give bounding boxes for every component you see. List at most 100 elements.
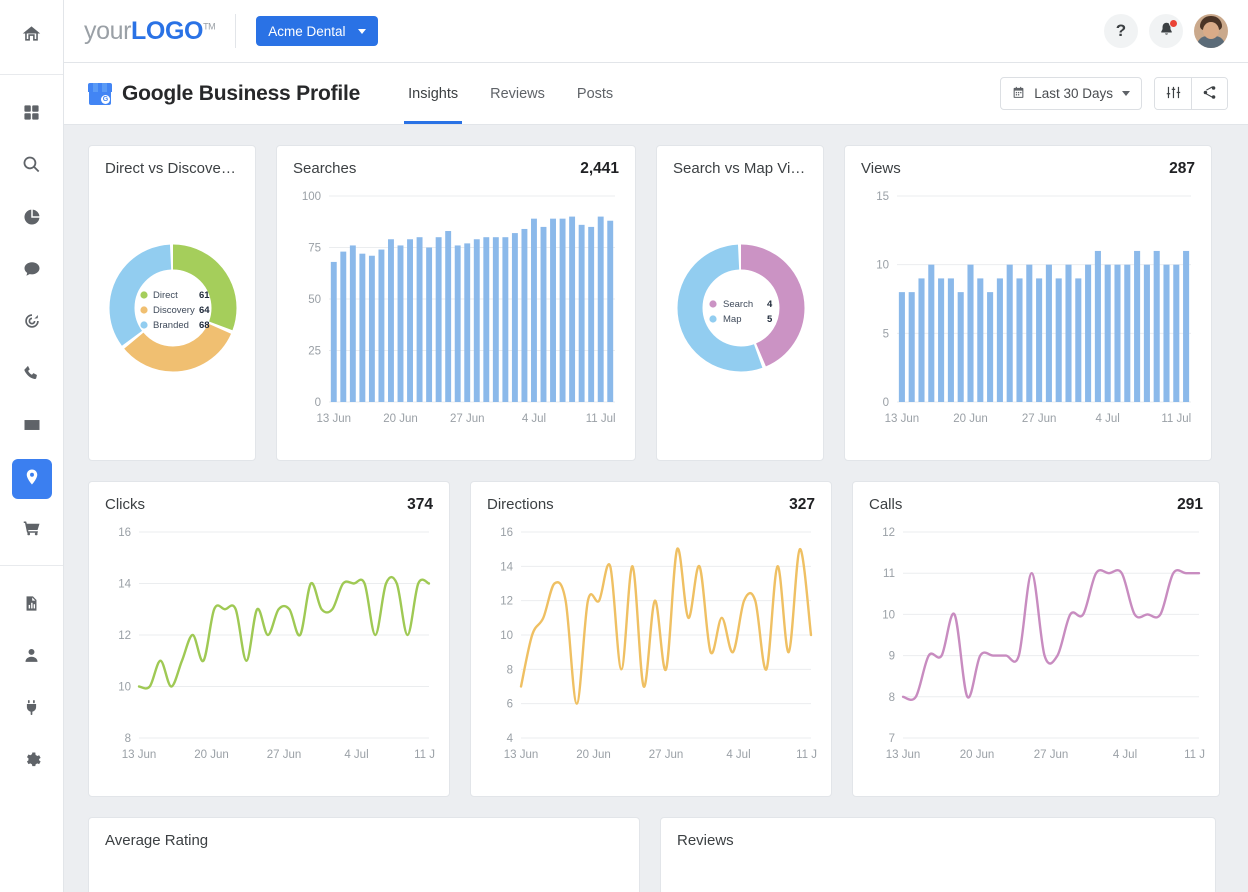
bar (1007, 265, 1013, 402)
svg-text:27 Jun: 27 Jun (1022, 413, 1057, 425)
page-header-actions: Last 30 Days (1000, 77, 1228, 110)
sidebar-item-integrations[interactable] (12, 690, 52, 730)
notifications-button[interactable] (1149, 14, 1183, 48)
tab-posts[interactable]: Posts (561, 63, 629, 124)
sidebar-group-bottom (0, 566, 63, 796)
bar (997, 278, 1003, 402)
avatar[interactable] (1194, 14, 1228, 48)
question-mark-icon: ? (1116, 21, 1126, 41)
bar (502, 237, 508, 402)
svg-text:27 Jun: 27 Jun (649, 749, 684, 761)
svg-text:11: 11 (883, 568, 895, 580)
filter-button[interactable] (1155, 78, 1191, 109)
card-reviews: Reviews 1,248 (660, 817, 1216, 892)
card-calls: Calls 291 78910111213 Jun20 Jun27 Jun4 J… (852, 481, 1220, 797)
card-header: Direct vs Discovery... (105, 160, 239, 177)
dashboard-content: Direct vs Discovery... Direct (64, 125, 1248, 892)
user-icon (23, 647, 40, 669)
svg-text:13 Jun: 13 Jun (504, 749, 539, 761)
card-directions: Directions 327 4681012141613 Jun20 Jun27… (470, 481, 832, 797)
date-range-selector[interactable]: Last 30 Days (1000, 77, 1142, 110)
bar (512, 233, 518, 402)
calendar-icon (1012, 86, 1025, 102)
sidebar-item-dashboard[interactable] (12, 95, 52, 135)
header-icon-group (1154, 77, 1228, 110)
sidebar-item-search[interactable] (12, 147, 52, 187)
chart-directions: 4681012141613 Jun20 Jun27 Jun4 Jul11 Jul (487, 520, 815, 772)
chart-views: 05101513 Jun20 Jun27 Jun4 Jul11 Jul (861, 184, 1195, 436)
bar-svg-searches: 025507510013 Jun20 Jun27 Jun4 Jul11 Jul (293, 184, 621, 436)
legend-value-direct: 61 (199, 290, 210, 301)
sidebar-item-home[interactable] (12, 16, 52, 56)
card-search-vs-map: Search vs Map Vie... Search 4 (656, 145, 824, 461)
svg-text:27 Jun: 27 Jun (450, 413, 485, 425)
svg-text:12: 12 (118, 630, 131, 642)
bar (1046, 265, 1052, 402)
pie-chart-icon (23, 208, 41, 231)
sidebar-item-locations[interactable] (12, 459, 52, 499)
card-header: Views 287 (861, 160, 1195, 178)
card-clicks: Clicks 374 81012141613 Jun20 Jun27 Jun4 … (88, 481, 450, 797)
share-button[interactable] (1191, 78, 1227, 109)
line-series (903, 570, 1199, 700)
card-total: 374 (407, 496, 433, 514)
chevron-down-icon (1122, 91, 1130, 96)
bar (1163, 265, 1169, 402)
target-icon (23, 312, 41, 335)
sidebar-item-targeting[interactable] (12, 303, 52, 343)
sidebar-item-store[interactable] (12, 511, 52, 551)
bar (1173, 265, 1179, 402)
donut-legend-1: Direct 61 Discovery 64 Branded 68 (140, 290, 210, 331)
bar (436, 237, 442, 402)
tab-insights[interactable]: Insights (392, 63, 474, 124)
card-total: 327 (789, 496, 815, 514)
legend-value-search: 4 (767, 299, 773, 310)
sidebar-item-reports[interactable] (12, 586, 52, 626)
sidebar-item-calls[interactable] (12, 355, 52, 395)
sidebar-item-analytics[interactable] (12, 199, 52, 239)
card-total: 2,441 (580, 160, 619, 178)
phone-icon (23, 364, 41, 387)
svg-text:4 Jul: 4 Jul (522, 413, 546, 425)
bar (1114, 265, 1120, 402)
svg-text:11 Jul: 11 Jul (414, 749, 435, 761)
map-pin-icon (23, 468, 41, 491)
bar (1075, 278, 1081, 402)
grid-icon (23, 104, 40, 126)
tab-reviews[interactable]: Reviews (474, 63, 561, 124)
donut-svg-2: Search 4 Map 5 (673, 183, 809, 433)
svg-text:13 Jun: 13 Jun (886, 749, 921, 761)
svg-text:15: 15 (876, 191, 889, 203)
sidebar (0, 0, 64, 892)
card-views: Views 287 05101513 Jun20 Jun27 Jun4 Jul1… (844, 145, 1212, 461)
bar (598, 217, 604, 402)
sidebar-item-account[interactable] (12, 638, 52, 678)
bar (417, 237, 423, 402)
bar (464, 243, 470, 402)
donut-svg-1: Direct 61 Discovery 64 Branded 68 (105, 183, 241, 433)
sidebar-item-email[interactable] (12, 407, 52, 447)
card-total: 287 (1169, 160, 1195, 178)
bar (398, 245, 404, 402)
svg-text:8: 8 (125, 733, 131, 745)
svg-text:13 Jun: 13 Jun (885, 413, 920, 425)
bar (928, 265, 934, 402)
svg-text:20 Jun: 20 Jun (194, 749, 229, 761)
svg-text:27 Jun: 27 Jun (1034, 749, 1069, 761)
svg-text:100: 100 (302, 191, 321, 203)
help-button[interactable]: ? (1104, 14, 1138, 48)
account-selector-button[interactable]: Acme Dental (256, 16, 377, 46)
sidebar-item-messages[interactable] (12, 251, 52, 291)
app-root: yourLOGOTM Acme Dental ? (0, 0, 1248, 892)
bar (1036, 278, 1042, 402)
bar (455, 245, 461, 402)
legend-value-discovery: 64 (199, 305, 210, 316)
sidebar-group-top (0, 0, 63, 75)
sidebar-item-settings[interactable] (12, 742, 52, 782)
bar (1065, 265, 1071, 402)
svg-text:20 Jun: 20 Jun (960, 749, 995, 761)
dashboard-row-2: Clicks 374 81012141613 Jun20 Jun27 Jun4 … (64, 481, 1248, 817)
svg-text:10: 10 (118, 682, 131, 694)
card-header: Directions 327 (487, 496, 815, 514)
google-business-profile-icon: G (88, 83, 112, 105)
